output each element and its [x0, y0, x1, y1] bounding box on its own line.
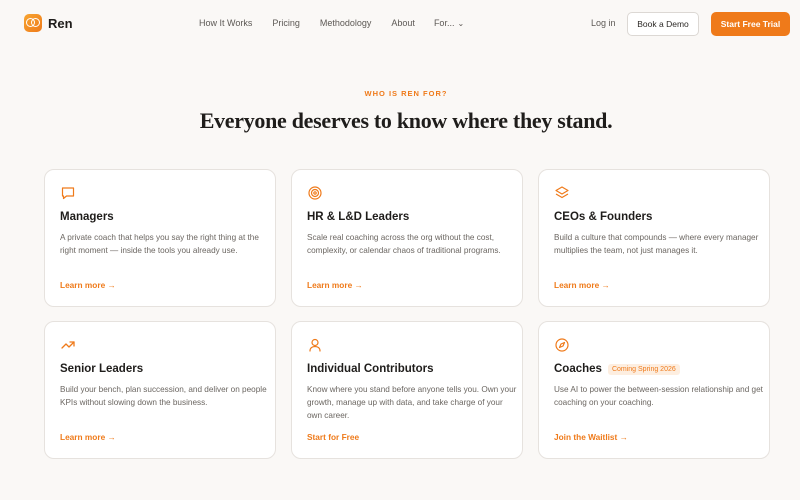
card-managers[interactable]: Managers A private coach that helps you …: [44, 169, 276, 307]
brand-name: Ren: [48, 15, 73, 31]
card-title: Individual Contributors: [307, 363, 434, 375]
nav-for-dropdown[interactable]: For... ⌄: [434, 18, 464, 28]
trending-up-icon: [61, 341, 75, 349]
coming-soon-badge: Coming Spring 2026: [607, 363, 680, 375]
chevron-down-icon: ⌄: [457, 19, 465, 28]
nav-pricing[interactable]: Pricing: [272, 18, 300, 28]
card-title: Coaches Coming Spring 2026: [554, 363, 680, 375]
nav-for-label: For...: [433, 18, 455, 28]
card-start-free-link[interactable]: Start for Free: [307, 432, 359, 442]
card-description: Use AI to power the between-session rela…: [554, 385, 763, 407]
card-description: A private coach that helps you say the r…: [60, 233, 259, 255]
card-hr-ld-leaders[interactable]: HR & L&D Leaders Scale real coaching acr…: [291, 169, 523, 307]
login-link[interactable]: Log in: [591, 18, 616, 28]
card-learn-more-link[interactable]: Learn more →: [554, 280, 610, 290]
card-title-text: Managers: [60, 211, 114, 223]
main-nav: How It Works Pricing Methodology About F…: [199, 18, 464, 28]
nav-about[interactable]: About: [391, 18, 415, 28]
logo[interactable]: Ren: [24, 14, 73, 32]
start-free-trial-button[interactable]: Start Free Trial: [711, 12, 790, 36]
card-title: HR & L&D Leaders: [307, 211, 409, 223]
card-learn-more-link[interactable]: Learn more →: [60, 432, 116, 442]
user-icon: [309, 338, 321, 352]
card-join-waitlist-link[interactable]: Join the Waitlist →: [554, 432, 628, 442]
target-icon: [308, 186, 322, 200]
card-title-text: CEOs & Founders: [554, 211, 653, 223]
card-learn-more-link[interactable]: Learn more →: [60, 280, 116, 290]
card-title: Managers: [60, 211, 114, 223]
nav-how-it-works[interactable]: How It Works: [199, 18, 252, 28]
card-description: Build a culture that compounds — where e…: [554, 233, 759, 255]
section-headline: Everyone deserves to know where they sta…: [199, 108, 613, 133]
chat-bubble-icon: [61, 187, 75, 200]
card-title-text: HR & L&D Leaders: [307, 211, 410, 223]
card-description: Build your bench, plan succession, and d…: [60, 385, 267, 407]
card-title: CEOs & Founders: [554, 211, 652, 223]
compass-icon: [555, 338, 569, 352]
card-title-text: Senior Leaders: [60, 363, 144, 375]
card-description: Scale real coaching across the org witho…: [307, 233, 501, 255]
card-description: Know where you stand before anyone tells…: [307, 385, 517, 420]
card-individual-contributors[interactable]: Individual Contributors Know where you s…: [291, 321, 523, 459]
site-header: Ren How It Works Pricing Methodology Abo…: [0, 0, 800, 48]
card-coaches[interactable]: Coaches Coming Spring 2026 Use AI to pow…: [538, 321, 770, 459]
book-demo-button[interactable]: Book a Demo: [627, 12, 699, 36]
card-learn-more-link[interactable]: Learn more →: [307, 280, 363, 290]
section-eyebrow: WHO IS REN FOR?: [364, 89, 448, 98]
card-senior-leaders[interactable]: Senior Leaders Build your bench, plan su…: [44, 321, 276, 459]
card-title-text: Coaches: [554, 363, 602, 375]
layers-icon: [555, 186, 569, 199]
ren-logo-icon: [24, 14, 42, 32]
card-title-text: Individual Contributors: [307, 363, 434, 375]
nav-methodology[interactable]: Methodology: [320, 18, 372, 28]
card-ceos-founders[interactable]: CEOs & Founders Build a culture that com…: [538, 169, 770, 307]
card-title: Senior Leaders: [60, 363, 143, 375]
